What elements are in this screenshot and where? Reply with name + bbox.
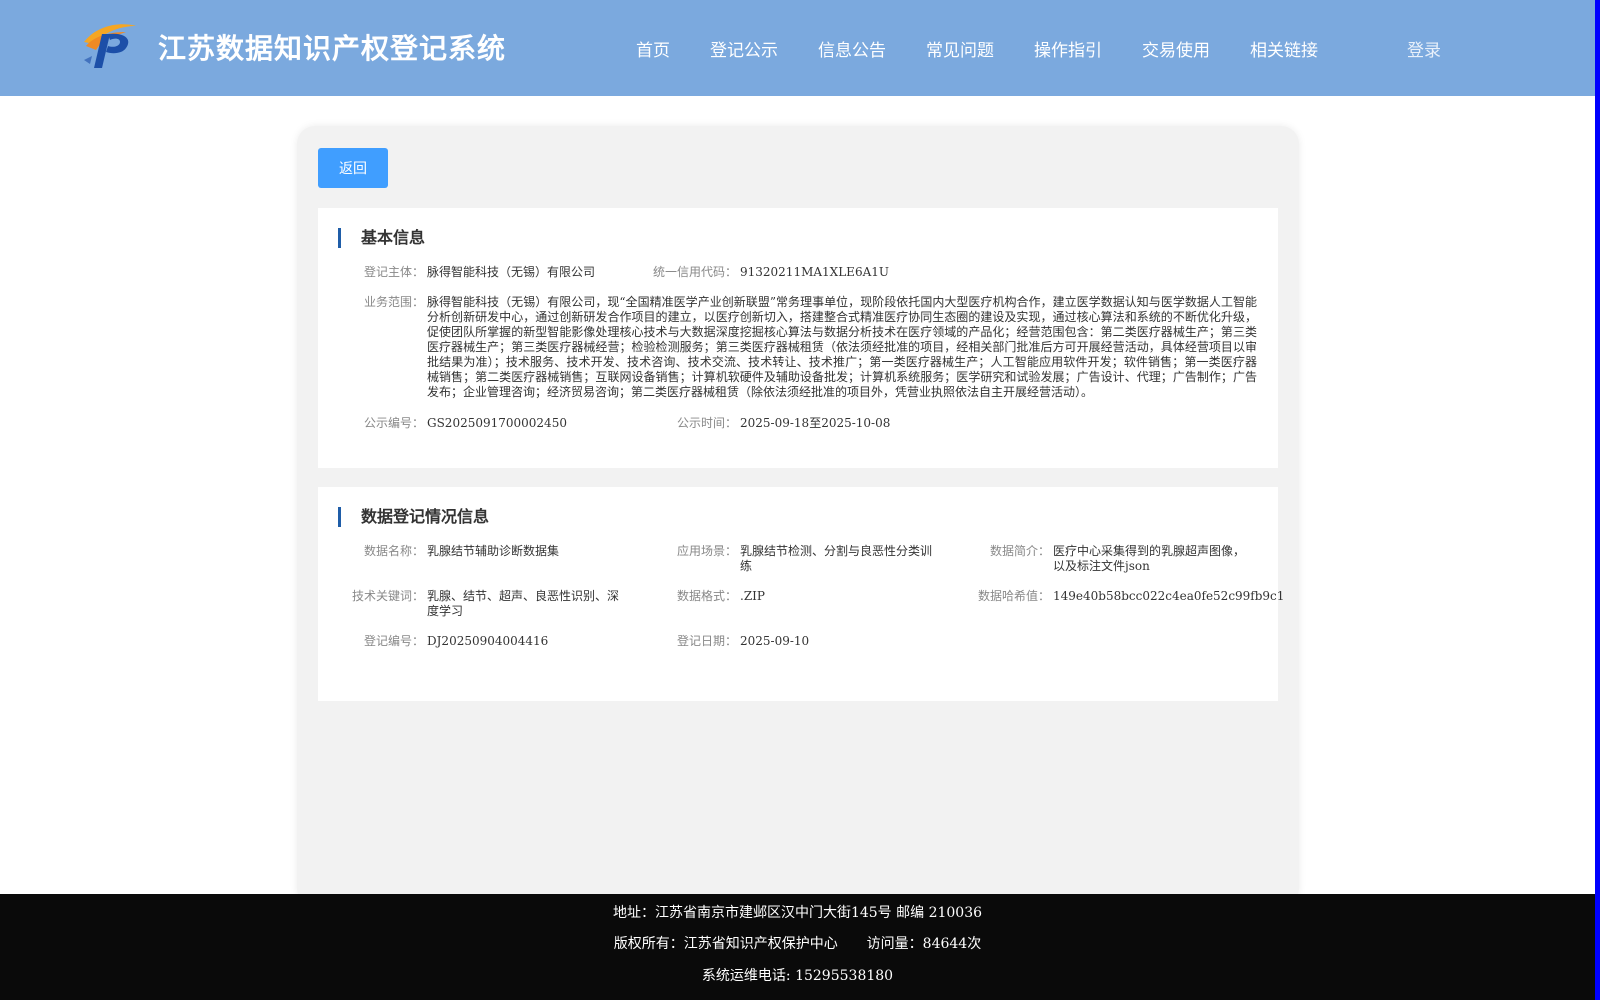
publication-number-label: 公示编号： [363, 416, 424, 430]
registration-number-value: DJ20250904004416 [427, 634, 549, 648]
nav-faq[interactable]: 常见问题 [926, 36, 994, 61]
scope-label: 业务范围： [363, 295, 424, 309]
registration-number-label: 登记编号： [363, 634, 424, 648]
registration-date-value: 2025-09-10 [740, 634, 810, 648]
data-name-value: 乳腺结节辅助诊断数据集 [427, 544, 560, 558]
publication-number-value: GS2025091700002450 [427, 416, 567, 430]
nav-related-links[interactable]: 相关链接 [1250, 36, 1318, 61]
registration-date-label: 登记日期： [676, 634, 737, 648]
basic-info-title: 基本信息 [338, 228, 425, 248]
scenario-value: 乳腺结节检测、分割与良恶性分类训练 [740, 544, 933, 573]
footer-phone: 系统运维电话: 15295538180 [701, 968, 894, 984]
data-hash-label: 数据哈希值： [977, 589, 1050, 603]
credit-code-label: 统一信用代码： [652, 265, 737, 279]
data-format-value: .ZIP [740, 589, 765, 603]
publication-time-label: 公示时间： [676, 416, 737, 430]
publication-time-value: 2025-09-18至2025-10-08 [740, 416, 891, 430]
back-button[interactable]: 返回 [318, 148, 388, 188]
footer-visit-count: 访问量：84644次 [866, 936, 982, 952]
data-registration-title: 数据登记情况信息 [338, 507, 489, 527]
nav-trade-use[interactable]: 交易使用 [1142, 36, 1210, 61]
data-registration-card: 数据登记情况信息 数据名称： 乳腺结节辅助诊断数据集 应用场景： 乳腺结节检测、… [318, 487, 1284, 701]
nav-home[interactable]: 首页 [636, 36, 670, 61]
nav-operation-guide[interactable]: 操作指引 [1034, 36, 1102, 61]
keywords-value: 乳腺、结节、超声、良恶性识别、深度学习 [427, 589, 620, 618]
detail-panel: 返回 基本信息 登记主体： 脉得智能科技（无锡）有限公司 统一信用代码： 913… [297, 126, 1299, 906]
data-format-label: 数据格式： [676, 589, 737, 603]
footer-copyright: 版权所有：江苏省知识产权保护中心 [613, 936, 838, 952]
scenario-label: 应用场景： [676, 544, 737, 558]
data-hash-value: 149e40b58bcc022c4ea0fe52c99fb9c1 [1053, 589, 1285, 603]
login-link[interactable]: 登录 [1407, 36, 1441, 61]
data-intro-value: 医疗中心采集得到的乳腺超声图像，以及标注文件json [1053, 544, 1246, 573]
subject-label: 登记主体： [363, 265, 424, 279]
scope-value: 脉得智能科技（无锡）有限公司，现“全国精准医学产业创新联盟”常务理事单位，现阶段… [427, 295, 1257, 399]
subject-value: 脉得智能科技（无锡）有限公司 [427, 265, 596, 279]
data-name-label: 数据名称： [363, 544, 424, 558]
nav-info-announcement[interactable]: 信息公告 [818, 36, 886, 61]
credit-code-value: 91320211MA1XLE6A1U [740, 265, 889, 279]
keywords-label: 技术关键词： [351, 589, 424, 603]
window-edge-strip [1595, 0, 1600, 1000]
data-intro-label: 数据简介： [989, 544, 1050, 558]
site-footer: 地址：江苏省南京市建邺区汉中门大街145号 邮编 210036 版权所有：江苏省… [0, 894, 1595, 1000]
footer-copyright-line: 版权所有：江苏省知识产权保护中心 访问量：84644次 [0, 935, 1595, 953]
site-header: 江苏数据知识产权登记系统 首页 登记公示 信息公告 常见问题 操作指引 交易使用… [0, 0, 1595, 96]
main-nav: 首页 登记公示 信息公告 常见问题 操作指引 交易使用 相关链接 [0, 36, 1595, 61]
footer-address: 地址：江苏省南京市建邺区汉中门大街145号 邮编 210036 [612, 905, 983, 921]
basic-info-card: 基本信息 登记主体： 脉得智能科技（无锡）有限公司 统一信用代码： 913202… [318, 208, 1278, 468]
nav-registration-notice[interactable]: 登记公示 [710, 36, 778, 61]
